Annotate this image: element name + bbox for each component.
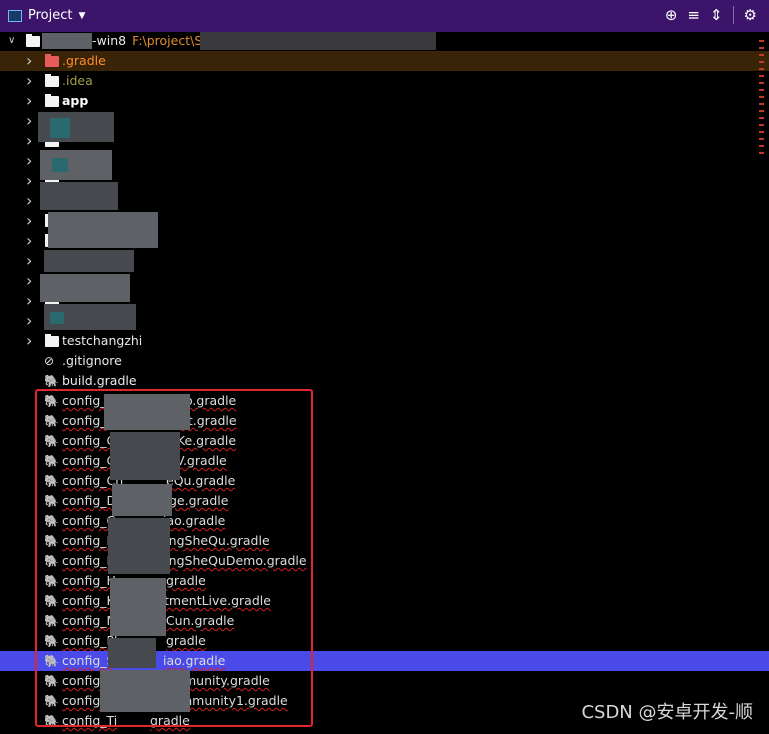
folder-icon [45,94,59,107]
chevron-down-icon: ▼ [78,10,86,21]
redacted-area [40,274,130,302]
tree-folder-item[interactable]: ›3 [0,151,769,171]
redacted-area [200,32,436,50]
redacted-area [44,250,134,272]
chevron-right-icon[interactable]: › [26,111,32,131]
root-name: -win8 F:\project\S [92,33,203,48]
item-label: build.gradle [62,373,137,388]
redacted-area [50,118,70,138]
tree-folder-item[interactable]: ›n [0,111,769,131]
module-folder-icon [26,34,40,47]
chevron-right-icon[interactable]: › [26,251,32,271]
tree-file-item[interactable]: 🐘 build.gradle [0,371,769,391]
item-label: testchangzhi [62,333,143,348]
tree-folder-item[interactable]: › app [0,91,769,111]
redacted-area [42,33,92,49]
locate-icon[interactable]: ⊕ [665,6,678,24]
project-view-selector[interactable]: Project ▼ [8,8,85,23]
chevron-down-icon[interactable]: ∨ [8,31,15,51]
gear-icon[interactable]: ⚙ [744,6,757,24]
collapse-all-icon[interactable]: ⇕ [710,6,723,24]
gitignore-icon: ⊘ [44,354,55,368]
tree-folder-item[interactable]: › .gradle [0,51,769,71]
chevron-right-icon[interactable]: › [26,191,32,211]
expand-all-icon[interactable]: ≡ [687,6,700,24]
chevron-right-icon[interactable]: › [26,311,32,331]
chevron-right-icon[interactable]: › [26,71,32,91]
tree-folder-item[interactable]: › .idea [0,71,769,91]
redacted-area [40,150,112,180]
watermark: CSDN @安卓开发-顺 [581,702,753,723]
item-label: .idea [62,73,93,88]
chevron-right-icon[interactable]: › [26,331,32,351]
tree-root[interactable]: ∨ -win8 F:\project\S [0,31,769,51]
error-stripe [759,40,767,159]
folder-icon [45,334,59,347]
chevron-right-icon[interactable]: › [26,271,32,291]
item-label: app [62,93,89,108]
chevron-right-icon[interactable]: › [26,231,32,251]
redacted-area [52,158,68,172]
redacted-area [50,312,64,324]
chevron-right-icon[interactable]: › [26,51,32,71]
chevron-right-icon[interactable]: › [26,171,32,191]
chevron-right-icon[interactable]: › [26,91,32,111]
tree-folder-item[interactable]: › testchangzhi [0,331,769,351]
chevron-right-icon[interactable]: › [26,211,32,231]
toolbar-divider [732,6,734,24]
folder-icon [45,54,59,67]
item-label: .gradle [62,53,106,68]
redacted-area [40,182,118,210]
gradle-icon: 🐘 [44,374,59,388]
redacted-area [48,212,158,248]
panel-title: Project [28,8,73,23]
highlight-box [35,389,313,727]
tree-file-item[interactable]: ⊘ .gitignore [0,351,769,371]
project-view-icon [8,9,22,22]
folder-icon [45,74,59,87]
chevron-right-icon[interactable]: › [26,131,32,151]
project-panel-header: Project ▼ ⊕ ≡ ⇕ ⚙ [0,0,769,32]
chevron-right-icon[interactable]: › [26,151,32,171]
tree-folder-item[interactable]: › [0,131,769,151]
header-toolbar: ⊕ ≡ ⇕ ⚙ [665,6,757,24]
chevron-right-icon[interactable]: › [26,291,32,311]
item-label: .gitignore [62,353,122,368]
